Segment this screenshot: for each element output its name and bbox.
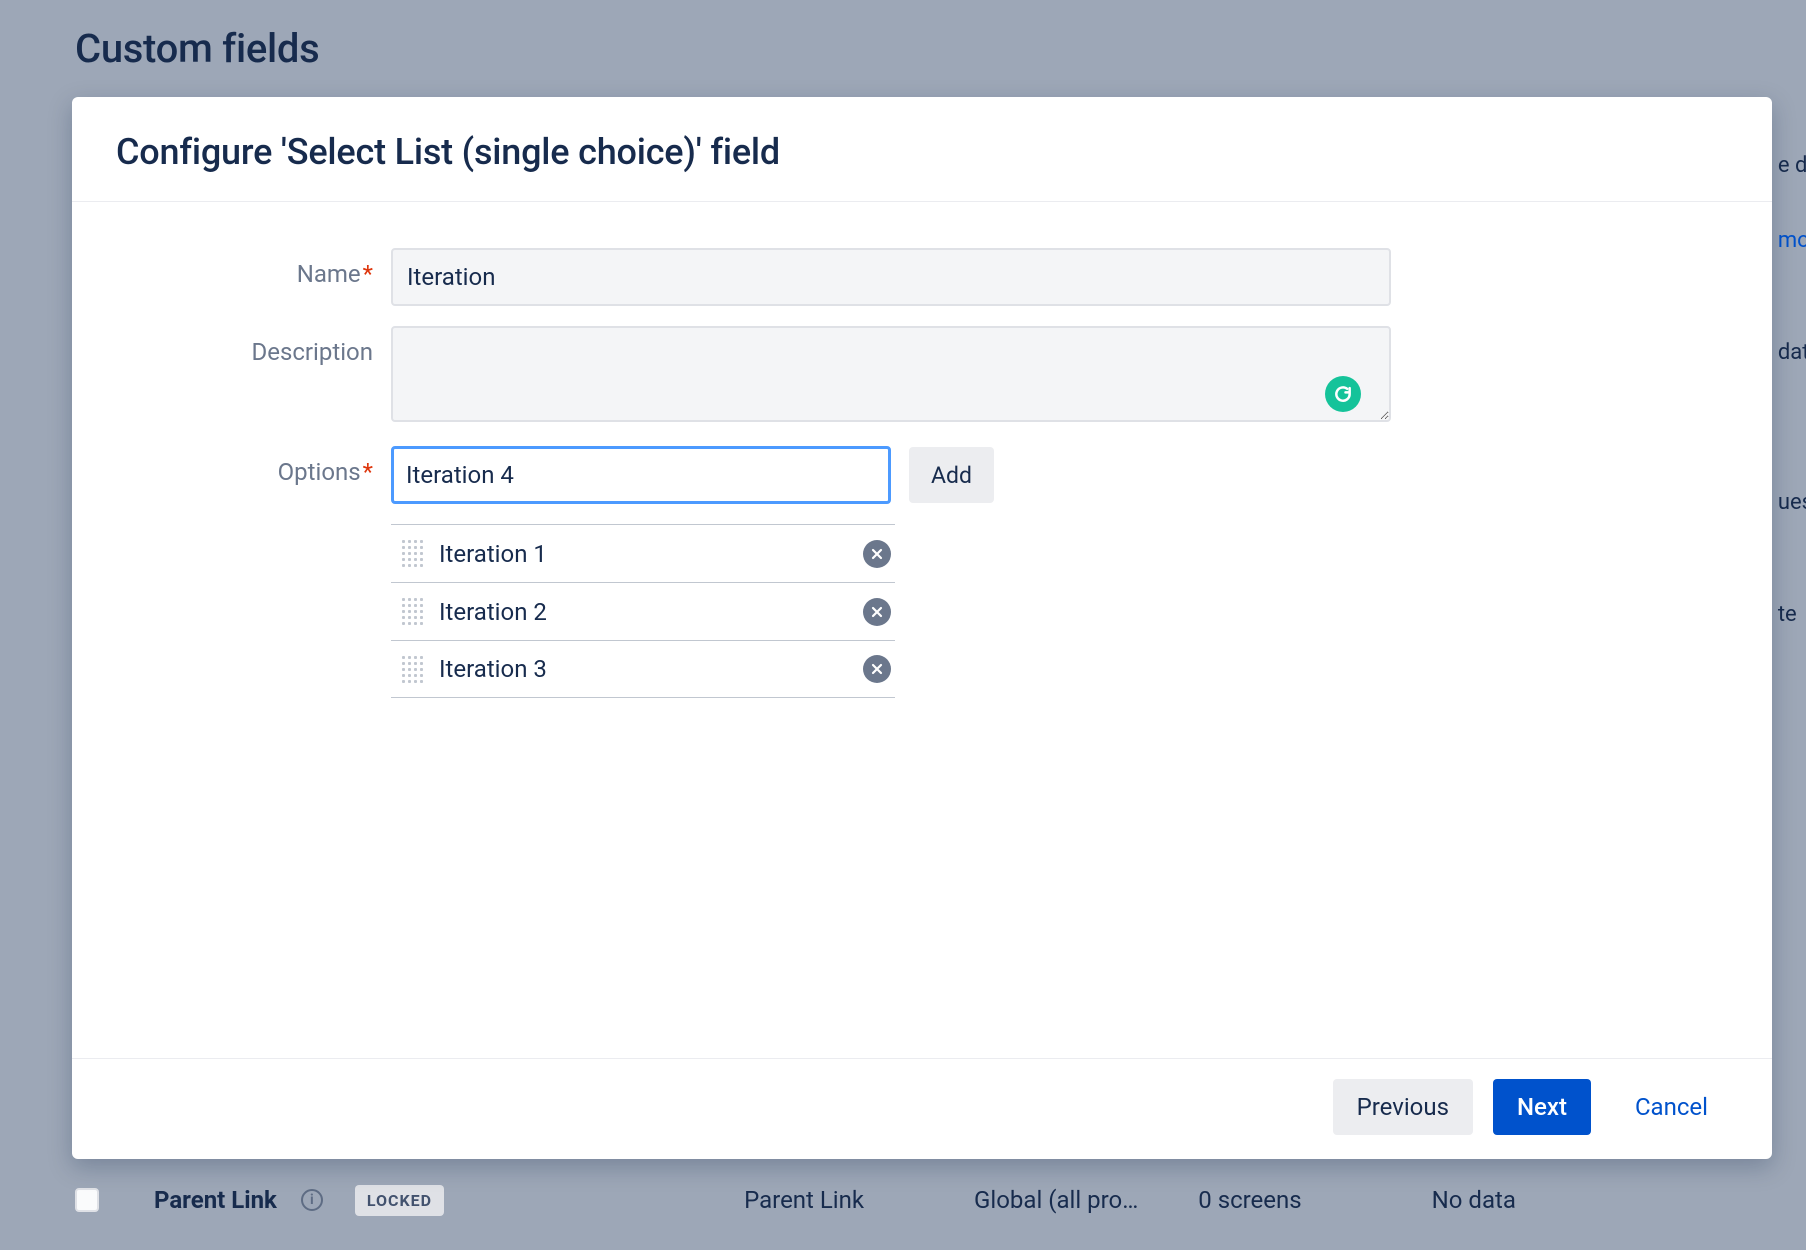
remove-option-button[interactable] [863,598,891,626]
drag-handle-icon[interactable] [399,597,425,627]
remove-option-button[interactable] [863,655,891,683]
row-type: Parent Link [744,1186,864,1214]
cancel-button[interactable]: Cancel [1611,1079,1732,1135]
modal-header: Configure 'Select List (single choice)' … [72,97,1772,202]
bg-link[interactable]: mor [1778,228,1806,253]
bg-text: date [1778,340,1806,365]
name-label: Name* [116,248,391,288]
row-name[interactable]: Parent Link [154,1186,277,1214]
modal-footer: Previous Next Cancel [72,1058,1772,1159]
remove-option-button[interactable] [863,540,891,568]
description-textarea[interactable] [391,326,1391,422]
label-text: Name [297,260,361,288]
info-icon[interactable]: i [301,1189,323,1211]
required-icon: * [363,458,373,486]
row-data: No data [1432,1186,1516,1214]
options-label: Options* [116,446,391,486]
name-input[interactable] [391,248,1391,306]
drag-handle-icon[interactable] [399,539,425,569]
modal-title: Configure 'Select List (single choice)' … [116,131,1728,173]
form-row-description: Description [116,326,1728,426]
label-text: Options [278,458,361,486]
option-item: Iteration 1 [391,524,895,582]
option-label: Iteration 1 [439,540,863,568]
option-label: Iteration 3 [439,655,863,683]
drag-handle-icon[interactable] [399,654,425,684]
row-screens[interactable]: 0 screens [1198,1186,1301,1214]
option-item: Iteration 2 [391,582,895,640]
add-option-button[interactable]: Add [909,447,994,503]
bg-text: e diff [1778,153,1806,178]
modal-body: Name* Description [72,202,1772,1058]
form-row-name: Name* [116,248,1728,306]
option-input[interactable] [391,446,891,504]
form-row-options: Options* Add Iteration 1Iteration 2Itera… [116,446,1728,698]
row-context: Global (all pro… [974,1186,1138,1214]
previous-button[interactable]: Previous [1333,1079,1473,1135]
table-row: Parent Link i LOCKED Parent Link Global … [75,1175,1806,1225]
locked-badge: LOCKED [355,1185,444,1216]
label-text: Description [252,338,374,366]
row-checkbox[interactable] [75,1188,99,1212]
bg-text: ues: [1778,490,1806,515]
options-list: Iteration 1 Iteration 2 Iteration 3 [391,524,895,698]
option-label: Iteration 2 [439,598,863,626]
option-item: Iteration 3 [391,640,895,698]
required-icon: * [363,260,373,288]
page-title: Custom fields [75,25,1806,72]
bg-text: te [1778,602,1797,627]
configure-field-modal: Configure 'Select List (single choice)' … [72,97,1772,1159]
next-button[interactable]: Next [1493,1079,1591,1135]
description-label: Description [116,326,391,366]
